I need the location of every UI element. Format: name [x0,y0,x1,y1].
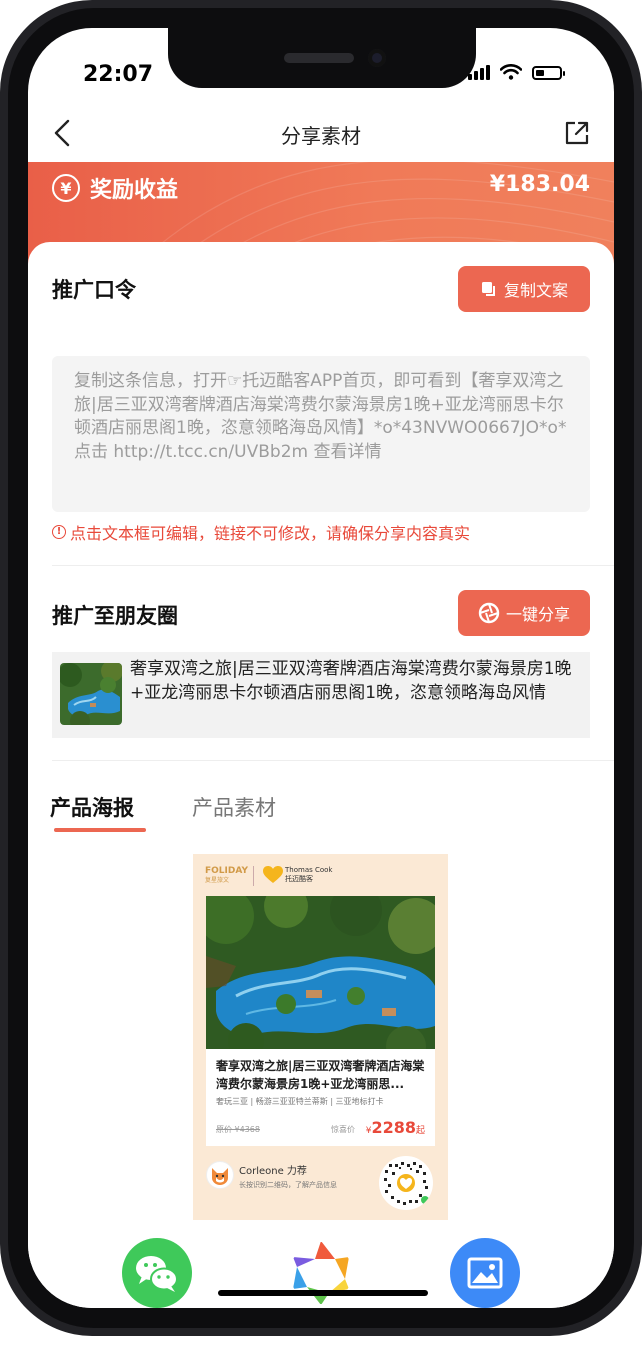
save-image-button[interactable] [450,1238,520,1308]
wifi-icon [500,64,522,80]
original-price: 原价 ¥4368 [216,1125,260,1134]
wechat-icon [136,1256,178,1292]
page-title: 分享素材 [281,124,361,148]
foliday-logo: FOLIDAY 复星旅文 [205,866,248,884]
share-out-icon[interactable] [563,119,591,147]
warning-text: 点击文本框可编辑，链接不可修改，请确保分享内容真实 [70,524,471,543]
poster-info-card: 奢享双湾之旅|居三亚双湾奢牌酒店海棠湾费尔蒙海景房1晚+亚龙湾丽思... 奢玩三… [206,1049,435,1146]
price-label: 惊喜价 [331,1125,355,1134]
active-tab-indicator [54,828,146,832]
moments-preview: 奢享双湾之旅|居三亚双湾奢牌酒店海棠湾费尔蒙海景房1晚+亚龙湾丽思卡尔顿酒店丽思… [52,652,590,738]
moments-text: 奢享双湾之旅|居三亚双湾奢牌酒店海棠湾费尔蒙海景房1晚+亚龙湾丽思卡尔顿酒店丽思… [130,659,572,703]
copy-text-button[interactable]: 复制文案 [458,266,590,312]
speaker [284,53,354,63]
poster-title: 奢享双湾之旅|居三亚双湾奢牌酒店海棠湾费尔蒙海景房1晚+亚龙湾丽思... [216,1059,425,1091]
poster-resort-photo [206,896,435,1049]
moments-aperture-icon [288,1240,354,1306]
promo-text-box[interactable]: 复制这条信息，打开☞托迈酷客APP首页，即可看到【奢享双湾之旅|居三亚双湾奢牌酒… [52,356,590,512]
moments-heading: 推广至朋友圈 [52,604,178,628]
divider [52,565,614,566]
copy-icon [481,282,495,296]
qr-hint: 长按识别二维码，了解产品信息 [239,1181,337,1189]
product-poster[interactable]: FOLIDAY 复星旅文 Thomas Cook 托迈酷客 奢享双湾之旅|居三亚… [193,854,448,1220]
logo-separator [253,866,254,886]
reward-amount: ¥183.04 [489,172,590,197]
edit-warning: ! 点击文本框可编辑，链接不可修改，请确保分享内容真实 [52,520,470,544]
poster-subtitle: 奢玩三亚 | 畅游三亚亚特兰蒂斯 | 三亚地标打卡 [216,1097,384,1106]
home-indicator [218,1290,428,1296]
reward-label: 奖励收益 [90,178,179,203]
poster-price: ¥2288起 [365,1118,425,1137]
wechat-share-button[interactable] [122,1238,192,1308]
aperture-icon [478,602,500,624]
image-icon [467,1257,503,1289]
qr-code-icon [379,1156,433,1210]
one-click-share-label: 一键分享 [505,605,570,624]
thomas-cook-heart-icon [263,866,283,883]
notch [168,28,476,88]
divider [52,760,614,761]
phone-screen: 22:07 分享素材 ¥ 奖励收益 ¥183.04 推广口令 复制文案 复制这条… [28,28,614,1308]
recommender-name: Corleone 力荐 [239,1166,307,1177]
status-icons [468,64,565,80]
tab-product-material[interactable]: 产品素材 [192,792,276,822]
warning-icon: ! [52,525,66,539]
resort-thumbnail [60,663,122,725]
signal-icon [468,64,490,80]
fox-avatar [206,1161,234,1189]
status-time: 22:07 [83,62,154,87]
front-camera [368,49,386,67]
battery-icon [532,66,565,80]
moments-share-button[interactable] [286,1238,356,1308]
copy-text-label: 复制文案 [503,281,568,300]
yen-icon: ¥ [52,174,80,202]
content-card: 推广口令 复制文案 复制这条信息，打开☞托迈酷客APP首页，即可看到【奢享双湾之… [28,242,614,1308]
promo-code-heading: 推广口令 [52,278,136,302]
thomas-cook-logo: Thomas Cook 托迈酷客 [285,866,333,883]
tab-product-poster[interactable]: 产品海报 [50,792,134,822]
nav-bar: 分享素材 [28,108,614,160]
one-click-share-button[interactable]: 一键分享 [458,590,590,636]
